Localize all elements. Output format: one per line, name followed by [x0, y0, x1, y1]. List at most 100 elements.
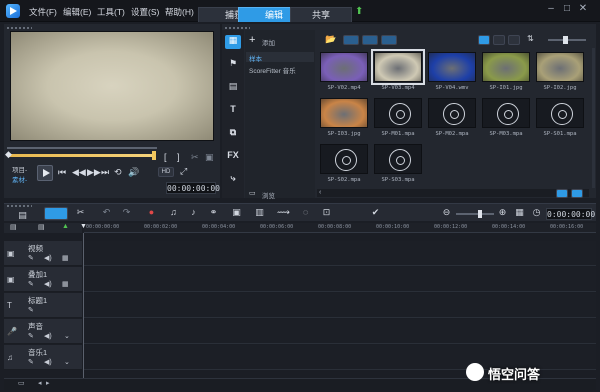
project-mode-label[interactable]: 项目- — [12, 164, 27, 174]
loop-icon[interactable]: ◌ — [299, 206, 312, 218]
end-icon[interactable]: ⏭ — [101, 167, 109, 178]
menu-edit[interactable]: 编辑(E) — [63, 6, 91, 18]
media-thumbnail[interactable] — [428, 52, 476, 82]
library-scrollbar[interactable] — [592, 48, 595, 188]
record-capture-icon[interactable]: ● — [145, 206, 158, 218]
snapshot-icon[interactable]: ▣ — [205, 152, 214, 163]
track-lane[interactable] — [84, 267, 596, 292]
clip-mode-label[interactable]: 素材- — [12, 174, 27, 184]
track-volume-icon[interactable]: ◀) — [44, 332, 52, 340]
track-header[interactable]: ▣ 视频 ✎ ◀) ▦ — [4, 241, 82, 266]
scrubber-handle-icon[interactable]: ◆ — [5, 149, 12, 160]
timeline-scroll-right-icon[interactable]: ▸ — [46, 379, 50, 387]
timeline-grip[interactable] — [6, 204, 32, 208]
timeline-timecode[interactable]: 0:00:00:00 — [546, 208, 595, 220]
home-icon[interactable]: ⏮ — [58, 167, 66, 178]
motion-path-icon[interactable]: ⤷ — [225, 173, 241, 187]
folder-item-scorefitter[interactable]: ScoreFitter 音乐 — [249, 65, 296, 75]
list-view-button[interactable] — [478, 35, 490, 45]
media-thumbnail[interactable] — [536, 98, 584, 128]
track-lane[interactable] — [84, 241, 596, 266]
scrubber-range[interactable] — [8, 154, 156, 157]
media-thumbnail[interactable] — [320, 52, 368, 82]
trim-end-marker[interactable] — [152, 151, 156, 160]
undo-icon[interactable]: ↶ — [100, 206, 113, 218]
library-hscroll[interactable] — [317, 189, 589, 197]
media-icon[interactable]: ▦ — [225, 35, 241, 49]
media-thumbnail[interactable] — [536, 52, 584, 82]
maximize-icon[interactable]: □ — [560, 3, 574, 14]
media-thumbnail[interactable] — [374, 98, 422, 128]
sound-mixer-icon[interactable]: ♫ — [167, 206, 180, 218]
lock-edit-icon[interactable]: ✎ — [28, 332, 34, 340]
sort-icon[interactable]: ⇅ — [527, 34, 534, 43]
minimize-icon[interactable]: – — [544, 3, 558, 14]
zoom-out-icon[interactable]: ⊖ — [440, 206, 453, 218]
upgrade-arrow-icon[interactable]: ⬆ — [355, 6, 363, 17]
media-thumbnail[interactable] — [482, 98, 530, 128]
browse-icon[interactable]: ▭ — [249, 189, 256, 197]
mark-out-icon[interactable]: ] — [177, 152, 180, 162]
panel-grip[interactable] — [6, 26, 32, 30]
ripple-icon[interactable]: ▦ — [62, 280, 69, 288]
track-lane[interactable] — [84, 319, 596, 344]
grid-view-button[interactable] — [508, 35, 520, 45]
hd-preview-button[interactable]: HD — [158, 167, 174, 177]
previous-frame-icon[interactable]: ◀◀ — [72, 167, 86, 178]
auto-music-icon[interactable]: ♪ — [187, 206, 200, 218]
media-thumbnail[interactable] — [374, 144, 422, 174]
motion-tracking-icon[interactable]: ⚭ — [207, 206, 220, 218]
scrubber-track[interactable] — [7, 147, 157, 149]
filter-fx-icon[interactable]: FX — [225, 150, 241, 164]
lock-edit-icon[interactable]: ✎ — [28, 254, 34, 262]
media-thumbnail[interactable] — [371, 49, 425, 85]
thumb-size-handle[interactable] — [563, 36, 568, 44]
add-folder-icon[interactable]: + — [249, 34, 255, 46]
media-thumbnail[interactable] — [482, 52, 530, 82]
title-icon[interactable]: T — [225, 104, 241, 118]
volume-icon[interactable]: 🔊 — [128, 167, 139, 178]
add-marker-icon[interactable]: ▲ — [62, 223, 69, 230]
smart-package-icon[interactable]: ✔ — [369, 206, 382, 218]
track-volume-icon[interactable]: ◀) — [44, 280, 52, 288]
play-button[interactable] — [37, 165, 53, 181]
multi-trim-icon[interactable]: ▥ — [253, 206, 266, 218]
chapter-icon[interactable]: ▤ — [38, 223, 45, 231]
timeline-scroll-left-icon[interactable]: ◂ — [38, 379, 42, 387]
transition-icon[interactable]: ⧉ — [225, 127, 241, 141]
tools-icon[interactable]: ✂ — [74, 206, 87, 218]
media-thumbnail[interactable] — [428, 98, 476, 128]
time-remap-icon[interactable]: ⟿ — [277, 206, 290, 218]
graphics-icon[interactable]: ▤ — [225, 81, 241, 95]
zoom-fit-icon[interactable]: ⊡ — [320, 206, 333, 218]
repeat-icon[interactable]: ⟲ — [114, 167, 122, 178]
track-header[interactable]: T 标题1 ✎ — [4, 293, 82, 318]
timeline-ruler[interactable]: 00:00:00:00 00:00:02:00 00:00:04:00 00:00:0… — [84, 223, 596, 233]
zoom-in-icon[interactable]: ⊕ — [496, 206, 509, 218]
ripple-icon[interactable]: ▦ — [62, 254, 69, 262]
resize-options-icon[interactable]: ⤢ — [180, 166, 187, 177]
mark-in-icon[interactable]: [ — [164, 152, 167, 162]
menu-settings[interactable]: 设置(S) — [131, 6, 159, 18]
preview-timecode[interactable]: 00:00:00:00 — [166, 182, 220, 194]
fit-project-icon[interactable]: ▦ — [513, 206, 526, 218]
menu-file[interactable]: 文件(F) — [29, 6, 57, 18]
close-icon[interactable]: ✕ — [576, 3, 590, 14]
instant-project-icon[interactable]: ⚑ — [225, 58, 241, 72]
library-panel-button-2[interactable] — [571, 189, 583, 198]
track-header[interactable]: 🎤 声音 ✎ ◀) ⌄ — [4, 319, 82, 344]
lock-edit-icon[interactable]: ✎ — [28, 358, 34, 366]
playhead-icon[interactable]: ▼ — [80, 223, 87, 230]
split-clip-icon[interactable]: ✂ — [191, 152, 199, 163]
add-folder-label[interactable]: 添加 — [262, 37, 275, 47]
subtitle-editor-icon[interactable]: ▣ — [230, 206, 243, 218]
scroll-left-icon[interactable]: ‹ — [319, 189, 321, 196]
thumbnail-view-button[interactable] — [493, 35, 505, 45]
track-header[interactable]: ♫ 音乐1 ✎ ◀) ⌄ — [4, 345, 82, 370]
lock-edit-icon[interactable]: ✎ — [28, 280, 34, 288]
media-thumbnail[interactable] — [320, 98, 368, 128]
track-volume-icon[interactable]: ◀) — [44, 358, 52, 366]
expand-track-icon[interactable]: ⌄ — [64, 332, 70, 340]
zoom-slider[interactable] — [456, 213, 494, 215]
track-lane[interactable] — [84, 293, 596, 318]
